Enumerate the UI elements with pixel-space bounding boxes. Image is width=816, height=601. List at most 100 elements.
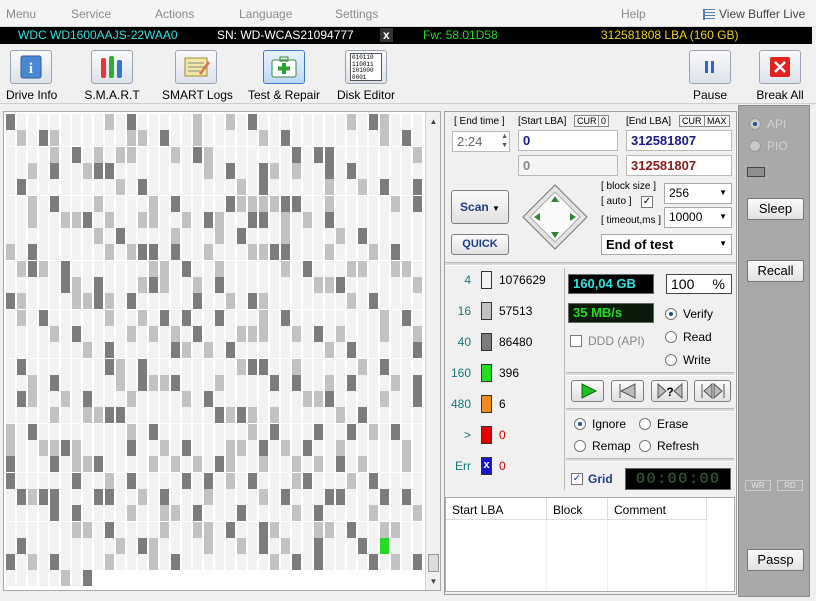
sector-block <box>336 326 345 342</box>
sector-block <box>226 228 235 244</box>
write-radio[interactable]: Write <box>665 353 711 367</box>
sleep-button[interactable]: Sleep <box>747 198 804 220</box>
recall-button[interactable]: Recall <box>747 260 804 282</box>
refresh-radio[interactable]: Refresh <box>639 439 699 453</box>
sector-block <box>259 277 268 293</box>
legend-swatch[interactable] <box>481 333 492 351</box>
sector-block <box>248 342 257 358</box>
sector-block <box>380 375 389 391</box>
smart-logs-button[interactable]: SMART Logs <box>162 50 233 102</box>
sector-block <box>259 114 268 130</box>
sector-block <box>83 440 92 456</box>
end-lba-cur-button[interactable]: CUR <box>679 115 705 127</box>
sector-block <box>237 440 246 456</box>
sector-block <box>259 212 268 228</box>
legend-swatch[interactable] <box>481 426 492 444</box>
sector-block <box>314 342 323 358</box>
sector-block <box>138 196 147 212</box>
sector-block <box>61 473 70 489</box>
passp-button[interactable]: Passp <box>747 549 804 571</box>
sector-block <box>391 228 400 244</box>
binary-editor-icon-text: 010110 110011 101000 0001 <box>350 53 382 81</box>
api-radio[interactable]: API <box>749 117 786 131</box>
ddd-api-option[interactable]: DDD (API) <box>570 334 645 348</box>
grid-checkbox[interactable]: ✓ <box>571 473 583 485</box>
start-lba-zero-button[interactable]: 0 <box>598 115 610 127</box>
pio-radio[interactable]: PIO <box>749 139 788 153</box>
end-lba-max-button[interactable]: MAX <box>704 115 730 127</box>
sector-block <box>83 359 92 375</box>
menu-item-actions[interactable]: Actions <box>155 7 194 21</box>
read-radio[interactable]: Read <box>665 330 712 344</box>
legend-swatch[interactable] <box>481 271 492 289</box>
sector-block <box>149 473 158 489</box>
sector-block <box>193 228 202 244</box>
sector-block <box>160 244 169 260</box>
sector-block <box>72 293 81 309</box>
sector-block <box>182 375 191 391</box>
grid-option[interactable]: ✓ Grid <box>571 472 613 486</box>
sector-block <box>171 391 180 407</box>
direction-pad[interactable] <box>522 184 588 250</box>
sector-block <box>259 147 268 163</box>
menu-item-menu[interactable]: Menu <box>6 7 36 21</box>
smart-button[interactable]: S.M.A.R.T <box>84 50 140 102</box>
remap-radio[interactable]: Remap <box>574 439 631 453</box>
view-buffer-live-link[interactable]: View Buffer Live <box>703 7 805 21</box>
sector-block <box>171 196 180 212</box>
end-lba-input[interactable]: 312581807 <box>626 130 732 151</box>
test-repair-button[interactable]: Test & Repair <box>246 50 322 102</box>
column-header-block[interactable]: Block <box>547 498 608 520</box>
end-time-input[interactable]: 2:24 ▲ ▼ <box>452 131 510 152</box>
legend-swatch[interactable] <box>481 364 492 382</box>
scroll-thumb[interactable] <box>428 554 439 572</box>
menu-item-help[interactable]: Help <box>621 7 646 21</box>
butterfly-button[interactable] <box>694 380 731 402</box>
quick-button[interactable]: QUICK <box>451 234 509 255</box>
sector-block <box>270 147 279 163</box>
break-all-button[interactable]: Break All <box>754 50 806 102</box>
scan-button[interactable]: Scan ▼ <box>451 190 509 224</box>
auto-block-size-checkbox[interactable]: ✓ <box>641 196 653 208</box>
sector-block <box>83 293 92 309</box>
sector-block <box>193 456 202 472</box>
sector-block <box>50 342 59 358</box>
timeout-select[interactable]: 10000 ▼ <box>664 207 732 228</box>
sector-block <box>292 473 301 489</box>
start-lba-input[interactable]: 0 <box>518 130 618 151</box>
sector-block <box>281 522 290 538</box>
block-size-select[interactable]: 256 ▼ <box>664 183 732 204</box>
random-seek-button[interactable]: ? <box>651 380 688 402</box>
end-of-test-select[interactable]: End of test ▼ <box>601 234 732 255</box>
pause-button[interactable]: Pause <box>688 50 732 102</box>
end-time-spinner-icon[interactable]: ▲ ▼ <box>501 132 508 150</box>
play-button[interactable] <box>571 380 604 402</box>
menu-item-language[interactable]: Language <box>239 7 292 21</box>
sector-block <box>28 212 37 228</box>
scroll-down-icon[interactable]: ▼ <box>426 574 441 589</box>
sector-block <box>248 375 257 391</box>
verify-radio[interactable]: Verify <box>665 307 713 321</box>
legend-swatch[interactable] <box>481 302 492 320</box>
rewind-button[interactable] <box>611 380 644 402</box>
sector-block <box>336 375 345 391</box>
menu-item-settings[interactable]: Settings <box>335 7 378 21</box>
sector-block <box>204 456 213 472</box>
drive-info-button[interactable]: i Drive Info <box>6 50 57 102</box>
ignore-radio[interactable]: Ignore <box>574 417 626 431</box>
erase-radio[interactable]: Erase <box>639 417 688 431</box>
legend-swatch[interactable]: x <box>481 457 492 475</box>
ddd-api-checkbox[interactable] <box>570 335 582 347</box>
sector-block <box>259 489 268 505</box>
disk-editor-button[interactable]: 010110 110011 101000 0001 Disk Editor <box>336 50 396 102</box>
scroll-up-icon[interactable]: ▲ <box>426 114 441 129</box>
block-map-scrollbar[interactable]: ▲ ▼ <box>425 112 440 590</box>
start-lba-cur-button[interactable]: CUR <box>574 115 600 127</box>
legend-swatch[interactable] <box>481 395 492 413</box>
sector-block <box>83 228 92 244</box>
column-header-comment[interactable]: Comment <box>608 498 707 520</box>
sector-block <box>237 391 246 407</box>
menu-item-service[interactable]: Service <box>71 7 111 21</box>
close-drive-button[interactable]: x <box>380 28 393 42</box>
column-header-start-lba[interactable]: Start LBA <box>446 498 547 520</box>
